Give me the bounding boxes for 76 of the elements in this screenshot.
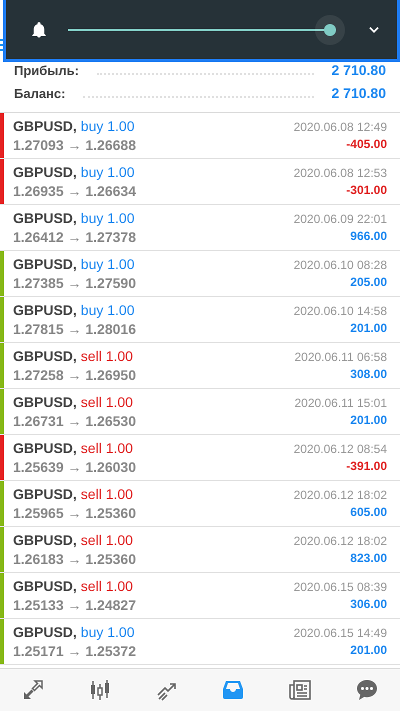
trade-row[interactable]: GBPUSD, buy 1.00 1.27815 → 1.28016 2020.06.10 14:58 201.00 [0,297,400,343]
trade-side: buy 1.00 [80,118,135,134]
trade-side: buy 1.00 [80,164,135,180]
trade-row[interactable]: GBPUSD, buy 1.00 1.25171 → 1.25372 2020.06.15 14:49 201.00 [0,619,400,665]
trade-profit: -391.00 [346,459,387,473]
trade-profit: -405.00 [346,137,387,151]
trade-row[interactable]: GBPUSD, sell 1.00 1.26731 → 1.26530 2020.06.11 15:01 201.00 [0,389,400,435]
symbol-label: GBPUSD, [13,578,77,594]
trade-side: sell 1.00 [80,486,133,502]
trade-profit: 605.00 [350,505,387,519]
trade-time: 2020.06.12 18:02 [294,534,387,548]
trade-side: sell 1.00 [80,532,133,548]
symbol-label: GBPUSD, [13,394,77,410]
symbol-label: GBPUSD, [13,532,77,548]
trade-row[interactable]: GBPUSD, sell 1.00 1.26183 → 1.25360 2020.06.12 18:02 823.00 [0,527,400,573]
trade-row[interactable]: GBPUSD, buy 1.00 1.26412 → 1.27378 2020.06.09 22:01 966.00 [0,205,400,251]
trade-time: 2020.06.10 08:28 [294,258,387,272]
trade-side: sell 1.00 [80,394,133,410]
price-range: 1.26412 → 1.27378 [13,229,136,245]
price-range: 1.25965 → 1.25360 [13,505,136,521]
symbol-label: GBPUSD, [13,164,77,180]
price-range: 1.27258 → 1.26950 [13,367,136,383]
trade-row[interactable]: GBPUSD, buy 1.00 1.27093 → 1.26688 2020.06.08 12:49 -405.00 [0,113,400,159]
trade-row[interactable]: GBPUSD, sell 1.00 1.27258 → 1.26950 2020.06.11 06:58 308.00 [0,343,400,389]
symbol-label: GBPUSD, [13,118,77,134]
price-range: 1.27093 → 1.26688 [13,137,136,153]
trade-side: buy 1.00 [80,256,135,272]
trade-time: 2020.06.08 12:53 [294,166,387,180]
symbol-label: GBPUSD, [13,256,77,272]
price-range: 1.25171 → 1.25372 [13,643,136,659]
price-range: 1.25639 → 1.26030 [13,459,136,475]
price-range: 1.26183 → 1.25360 [13,551,136,567]
trade-time: 2020.06.12 18:02 [294,488,387,502]
summary-label: Прибыль: [14,63,79,78]
symbol-label: GBPUSD, [13,486,77,502]
trade-side: buy 1.00 [80,210,135,226]
trade-profit: 201.00 [350,643,387,657]
trade-time: 2020.06.15 14:49 [294,626,387,640]
trade-side: sell 1.00 [80,578,133,594]
price-range: 1.27815 → 1.28016 [13,321,136,337]
trade-profit: -301.00 [346,183,387,197]
trade-side: sell 1.00 [80,348,133,364]
symbol-label: GBPUSD, [13,348,77,364]
trade-profit: 823.00 [350,551,387,565]
trade-row[interactable]: GBPUSD, buy 1.00 1.27385 → 1.27590 2020.06.10 08:28 205.00 [0,251,400,297]
trade-time: 2020.06.15 08:39 [294,580,387,594]
trade-profit: 308.00 [350,367,387,381]
price-range: 1.26935 → 1.26634 [13,183,136,199]
trade-profit: 966.00 [350,229,387,243]
price-range: 1.25133 → 1.24827 [13,597,136,613]
trade-time: 2020.06.09 22:01 [294,212,387,226]
trade-profit: 201.00 [350,321,387,335]
symbol-label: GBPUSD, [13,210,77,226]
symbol-label: GBPUSD, [13,302,77,318]
trade-time: 2020.06.11 06:58 [294,350,387,364]
summary-value: 2 710.80 [332,85,386,101]
trade-time: 2020.06.12 08:54 [294,442,387,456]
price-range: 1.26731 → 1.26530 [13,413,136,429]
trade-profit: 306.00 [350,597,387,611]
trade-row[interactable]: GBPUSD, sell 1.00 1.25133 → 1.24827 2020.06.15 08:39 306.00 [0,573,400,619]
trade-time: 2020.06.11 15:01 [294,396,387,410]
trade-row[interactable]: GBPUSD, buy 1.00 1.26935 → 1.26634 2020.06.08 12:53 -301.00 [0,159,400,205]
trade-side: sell 1.00 [80,440,133,456]
symbol-label: GBPUSD, [13,440,77,456]
trade-side: buy 1.00 [80,624,135,640]
summary-value: 2 710.80 [332,62,386,78]
price-range: 1.27385 → 1.27590 [13,275,136,291]
trade-profit: 201.00 [350,413,387,427]
symbol-label: GBPUSD, [13,624,77,640]
trade-row[interactable]: GBPUSD, sell 1.00 1.25965 → 1.25360 2020.06.12 18:02 605.00 [0,481,400,527]
summary-label: Баланс: [14,86,66,101]
trade-time: 2020.06.08 12:49 [294,120,387,134]
trade-side: buy 1.00 [80,302,135,318]
trade-row[interactable]: GBPUSD, sell 1.00 1.25639 → 1.26030 2020.06.12 08:54 -391.00 [0,435,400,481]
trade-profit: 205.00 [350,275,387,289]
trade-time: 2020.06.10 14:58 [294,304,387,318]
